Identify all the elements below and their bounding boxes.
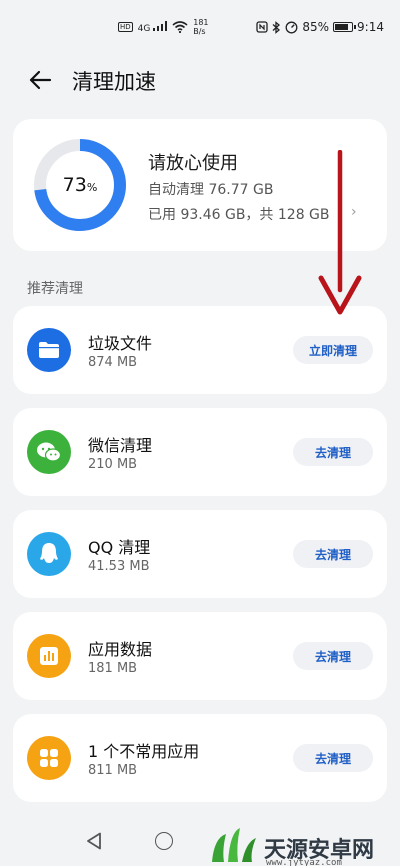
item-title: 微信清理 — [88, 436, 153, 455]
red-annotation-arrow-icon — [318, 150, 362, 315]
list-item-qq[interactable]: QQ 清理 41.53 MB 去清理 — [13, 510, 387, 598]
nav-home-icon[interactable] — [155, 832, 173, 850]
item-size: 210 MB — [88, 457, 138, 472]
back-button[interactable] — [26, 66, 54, 94]
storage-usage-text: 已用 93.46 GB，共 128 GB — [148, 207, 330, 223]
network-speed: 181 B/s — [193, 18, 209, 36]
app-data-icon — [27, 634, 71, 678]
clock: 9:14 — [357, 20, 384, 34]
bluetooth-icon — [272, 20, 281, 34]
watermark: 天源安卓网 www.jytyaz.com — [200, 828, 400, 866]
list-item-wechat[interactable]: 微信清理 210 MB 去清理 — [13, 408, 387, 496]
go-clean-button[interactable]: 去清理 — [293, 438, 373, 466]
battery-percent: 85% — [302, 20, 330, 34]
item-size: 181 MB — [88, 661, 138, 676]
watermark-url: www.jytyaz.com — [266, 858, 342, 866]
status-left: HD 4G 181 B/s — [118, 18, 209, 36]
item-size: 41.53 MB — [88, 559, 150, 574]
item-title: 应用数据 — [88, 640, 153, 659]
battery-icon — [333, 22, 357, 32]
nfc-icon — [256, 21, 269, 33]
apps-grid-icon — [27, 736, 71, 780]
watermark-logo-icon — [212, 828, 256, 862]
list-item-junk-files[interactable]: 垃圾文件 874 MB 立即清理 — [13, 306, 387, 394]
go-clean-button[interactable]: 去清理 — [293, 744, 373, 772]
wechat-icon — [27, 430, 71, 474]
wifi-icon — [172, 21, 188, 33]
qq-icon — [27, 532, 71, 576]
speedometer-icon — [285, 21, 298, 33]
signal-icon: 4G — [138, 20, 168, 34]
auto-clean-text: 自动清理 76.77 GB — [148, 182, 274, 198]
back-arrow-icon — [29, 70, 52, 90]
status-right: 85% 9:14 — [256, 20, 384, 34]
summary-title: 请放心使用 — [148, 153, 238, 174]
section-label: 推荐清理 — [27, 281, 83, 297]
item-title: 垃圾文件 — [88, 334, 153, 353]
item-title: QQ 清理 — [88, 538, 151, 557]
go-clean-button[interactable]: 去清理 — [293, 540, 373, 568]
item-size: 811 MB — [88, 763, 138, 778]
status-bar: HD 4G 181 B/s 85% 9:14 — [0, 0, 400, 56]
item-title: 1 个不常用应用 — [88, 742, 200, 761]
clean-now-button[interactable]: 立即清理 — [293, 336, 373, 364]
hd-badge: HD — [118, 22, 133, 32]
header: 清理加速 — [0, 60, 400, 100]
storage-percent: 73% — [62, 174, 98, 196]
page-title: 清理加速 — [72, 70, 156, 94]
folder-icon — [27, 328, 71, 372]
list-item-app-data[interactable]: 应用数据 181 MB 去清理 — [13, 612, 387, 700]
item-size: 874 MB — [88, 355, 138, 370]
nav-back-icon[interactable] — [86, 832, 102, 850]
go-clean-button[interactable]: 去清理 — [293, 642, 373, 670]
list-item-unused-apps[interactable]: 1 个不常用应用 811 MB 去清理 — [13, 714, 387, 802]
